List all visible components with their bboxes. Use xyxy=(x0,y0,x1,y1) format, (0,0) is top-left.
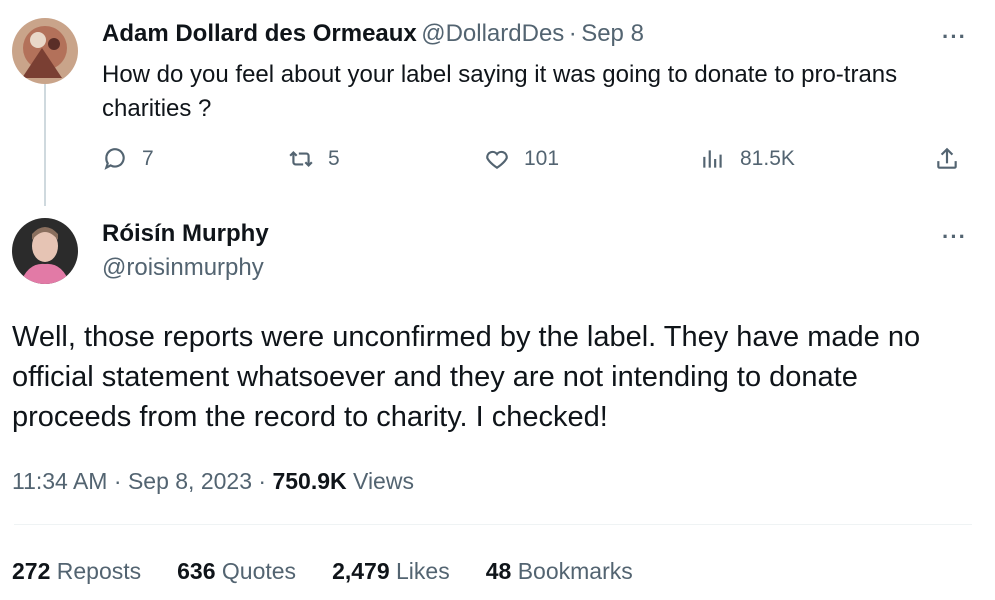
repost-icon xyxy=(288,146,314,172)
likes-stat-label: Likes xyxy=(396,558,450,584)
like-icon xyxy=(484,146,510,172)
avatar-reply-author[interactable] xyxy=(12,18,78,84)
reposts-stat-count: 272 xyxy=(12,558,51,584)
views-label: Views xyxy=(353,468,414,494)
tweet-time[interactable]: 11:34 AM xyxy=(12,468,107,494)
meta-separator: · xyxy=(113,468,122,494)
views-count: 81.5K xyxy=(740,147,795,170)
main-more-button[interactable]: ··· xyxy=(942,224,967,250)
quotes-stat-count: 636 xyxy=(177,558,216,584)
reply-count: 7 xyxy=(142,147,154,170)
like-count: 101 xyxy=(524,147,560,170)
thread-line xyxy=(44,84,46,206)
reposts-stat-label: Reposts xyxy=(56,558,142,584)
likes-stat-count: 2,479 xyxy=(332,558,390,584)
reply-more-button[interactable]: ··· xyxy=(942,24,967,50)
repost-count: 5 xyxy=(328,147,340,170)
like-action[interactable]: 101 xyxy=(484,146,559,172)
share-action[interactable] xyxy=(934,146,960,172)
views-total: 750.9K xyxy=(272,468,347,494)
likes-stat[interactable]: 2,479 Likes xyxy=(332,558,450,585)
views-action[interactable]: 81.5K xyxy=(700,146,795,172)
main-author-handle[interactable]: @roisinmurphy xyxy=(102,254,264,282)
main-author-name[interactable]: Róisín Murphy xyxy=(102,220,269,248)
bookmarks-stat-count: 48 xyxy=(485,558,512,584)
reply-text: How do you feel about your label saying … xyxy=(102,61,898,122)
quotes-stat[interactable]: 636 Quotes xyxy=(177,558,296,585)
share-icon xyxy=(934,146,960,172)
views-icon xyxy=(700,146,726,172)
reply-action[interactable]: 7 xyxy=(102,146,154,172)
avatar-main-author[interactable] xyxy=(12,218,78,284)
reply-author-name[interactable]: Adam Dollard des Ormeaux xyxy=(102,20,417,47)
tweet-stats: 272 Reposts 636 Quotes 2,479 Likes 48 Bo… xyxy=(12,558,633,585)
tweet-date[interactable]: Sep 8, 2023 xyxy=(128,468,252,494)
repost-action[interactable]: 5 xyxy=(288,146,340,172)
reply-header: Adam Dollard des Ormeaux @DollardDes · S… xyxy=(102,20,644,48)
quotes-stat-label: Quotes xyxy=(221,558,297,584)
bookmarks-stat-label: Bookmarks xyxy=(517,558,633,584)
divider xyxy=(14,524,972,525)
bookmarks-stat[interactable]: 48 Bookmarks xyxy=(486,558,633,585)
reply-date[interactable]: Sep 8 xyxy=(581,20,644,47)
reply-separator: · xyxy=(568,20,577,47)
tweet-meta: 11:34 AM · Sep 8, 2023 · 750.9K Views xyxy=(12,468,414,495)
meta-separator: · xyxy=(258,468,267,494)
reposts-stat[interactable]: 272 Reposts xyxy=(12,558,141,585)
main-tweet-text: Well, those reports were unconfirmed by … xyxy=(12,321,921,433)
reply-icon xyxy=(102,146,128,172)
reply-author-handle[interactable]: @DollardDes xyxy=(421,20,564,47)
